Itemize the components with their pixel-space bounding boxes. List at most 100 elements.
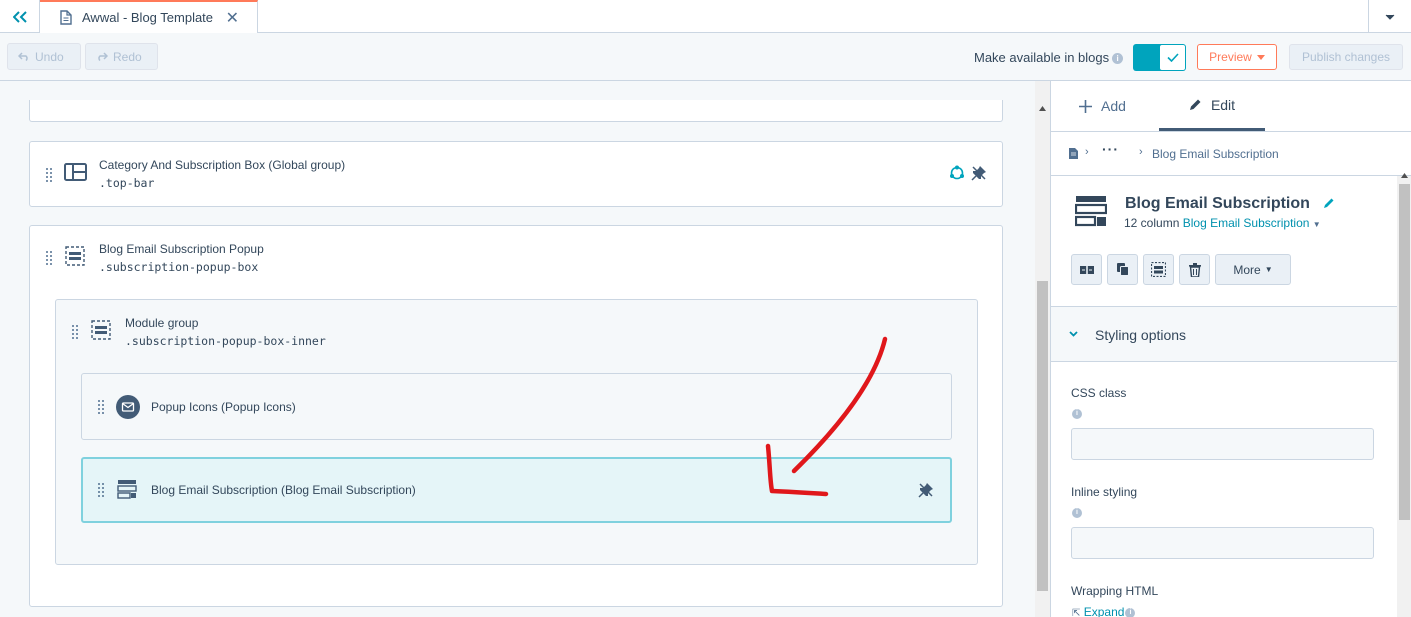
edit-name-pencil-icon[interactable] [1323,197,1335,209]
expand-icon: ⇱ [1072,608,1081,617]
redo-button[interactable]: Redo [85,43,158,70]
preview-label: Preview [1209,50,1252,64]
inline-styling-label: Inline styling [1071,485,1138,499]
tab-bar: Awwal - Blog Template ✕ [0,0,1411,33]
row-title: Category And Subscription Box (Global gr… [99,158,346,172]
drag-handle-icon[interactable] [98,400,105,414]
row-category-subscription[interactable]: Category And Subscription Box (Global gr… [29,141,1003,207]
trash-icon [1188,262,1201,277]
breadcrumb-separator: › [1139,146,1143,158]
edit-panel: Add Edit › ··· › Blog Email Subscription… [1050,81,1411,617]
breadcrumb: › ··· › Blog Email Subscription [1051,131,1411,176]
section-group-icon [65,246,85,266]
info-icon[interactable]: i [1072,409,1082,419]
drag-handle-icon[interactable] [46,251,53,265]
unpin-icon[interactable] [918,482,934,498]
tab-blog-template[interactable]: Awwal - Blog Template ✕ [40,0,258,33]
scrollbar-thumb[interactable] [1399,184,1410,520]
row-css-class: .top-bar [99,176,155,190]
styling-options-title: Styling options [1095,327,1187,343]
more-dropdown-button[interactable]: More ▼ [1215,254,1291,285]
scrollbar-thumb[interactable] [1037,281,1048,591]
pencil-icon [1189,99,1201,110]
expand-label: Expand [1083,605,1125,617]
row-title: Module group [125,316,199,330]
scroll-up-arrow-icon [1401,173,1408,178]
row-title: Blog Email Subscription Popup [99,242,264,256]
unpin-icon[interactable] [971,165,987,181]
document-icon [60,10,72,25]
tab-dropdown-button[interactable] [1368,0,1411,33]
inline-styling-input[interactable] [1071,527,1374,559]
clone-button[interactable] [1107,254,1138,285]
tab-add-label: Add [1101,98,1126,114]
row-css-class: .subscription-popup-box-inner [125,334,326,348]
chevron-down-icon [1069,331,1078,337]
info-icon[interactable]: i [1072,508,1082,518]
panel-scrollbar[interactable] [1397,173,1411,617]
toggle-knob [1160,45,1185,70]
caret-down-icon [1385,14,1395,20]
css-class-label: CSS class [1071,386,1127,400]
preview-button[interactable]: Preview [1197,44,1277,70]
collapse-back-button[interactable] [0,0,40,33]
tab-add[interactable]: Add [1079,81,1126,131]
layout-canvas: Category And Subscription Box (Global gr… [0,81,1035,617]
redo-icon [98,52,108,61]
checkmark-icon [1166,53,1179,62]
module-name: Blog Email Subscription [1125,195,1310,212]
global-sync-icon [950,165,964,180]
editor-toolbar: Undo Redo Make available in blogs i Previ… [0,33,1411,81]
plus-icon [1079,99,1092,113]
undo-label: Undo [35,49,64,64]
breadcrumb-ellipsis[interactable]: ··· [1102,141,1119,157]
wrap-in-group-button[interactable] [1143,254,1174,285]
double-chevron-left-icon [12,10,27,23]
tab-edit-label: Edit [1210,96,1236,113]
expand-link[interactable]: ⇱ Expand i [1072,605,1136,617]
annotation-arrow [765,336,888,497]
tab-edit[interactable]: Edit [1159,81,1265,131]
delete-button[interactable] [1179,254,1210,285]
caret-down-icon[interactable]: ▼ [1313,220,1321,229]
wrapping-html-label: Wrapping HTML [1071,584,1159,598]
css-class-input[interactable] [1071,428,1374,460]
more-label: More [1233,262,1261,277]
form-module-icon [1075,196,1107,227]
module-title: Blog Email Subscription (Blog Email Subs… [151,483,416,497]
form-module-icon [117,480,137,499]
module-type-link[interactable]: Blog Email Subscription [1183,216,1310,230]
column-count: 12 column [1124,216,1180,230]
tab-title: Awwal - Blog Template [82,10,214,25]
module-group-icon [91,320,111,340]
row-css-class: .subscription-popup-box [99,260,259,274]
caret-down-icon: ▼ [1264,265,1273,274]
drag-handle-icon[interactable] [72,325,79,339]
undo-button[interactable]: Undo [7,43,81,70]
info-icon: i [1112,53,1124,65]
make-available-toggle[interactable] [1133,44,1186,71]
publish-changes-button[interactable]: Publish changes [1289,44,1403,70]
breadcrumb-separator: › [1085,146,1089,158]
document-icon[interactable] [1069,148,1078,159]
row-above[interactable] [29,100,1003,122]
styling-options-section[interactable]: Styling options [1051,306,1397,362]
breadcrumb-current: Blog Email Subscription [1152,147,1279,161]
module-title: Popup Icons (Popup Icons) [151,400,296,414]
envelope-icon [116,395,140,419]
info-icon: i [1125,607,1136,617]
make-available-label: Make available in blogs i [974,50,1124,65]
drag-handle-icon[interactable] [46,168,53,182]
close-tab-icon[interactable]: ✕ [226,8,239,28]
group-icon [1151,262,1166,277]
split-column-icon [1079,263,1094,276]
undo-icon [18,52,28,61]
split-button[interactable] [1071,254,1102,285]
copy-icon [1116,263,1129,276]
drag-handle-icon[interactable] [98,483,105,497]
layout-columns-icon [64,163,87,181]
caret-down-icon [1256,54,1265,60]
scroll-up-arrow-icon [1039,106,1046,111]
canvas-scrollbar[interactable] [1035,81,1050,617]
module-info: 12 column Blog Email Subscription ▼ [1124,216,1321,230]
